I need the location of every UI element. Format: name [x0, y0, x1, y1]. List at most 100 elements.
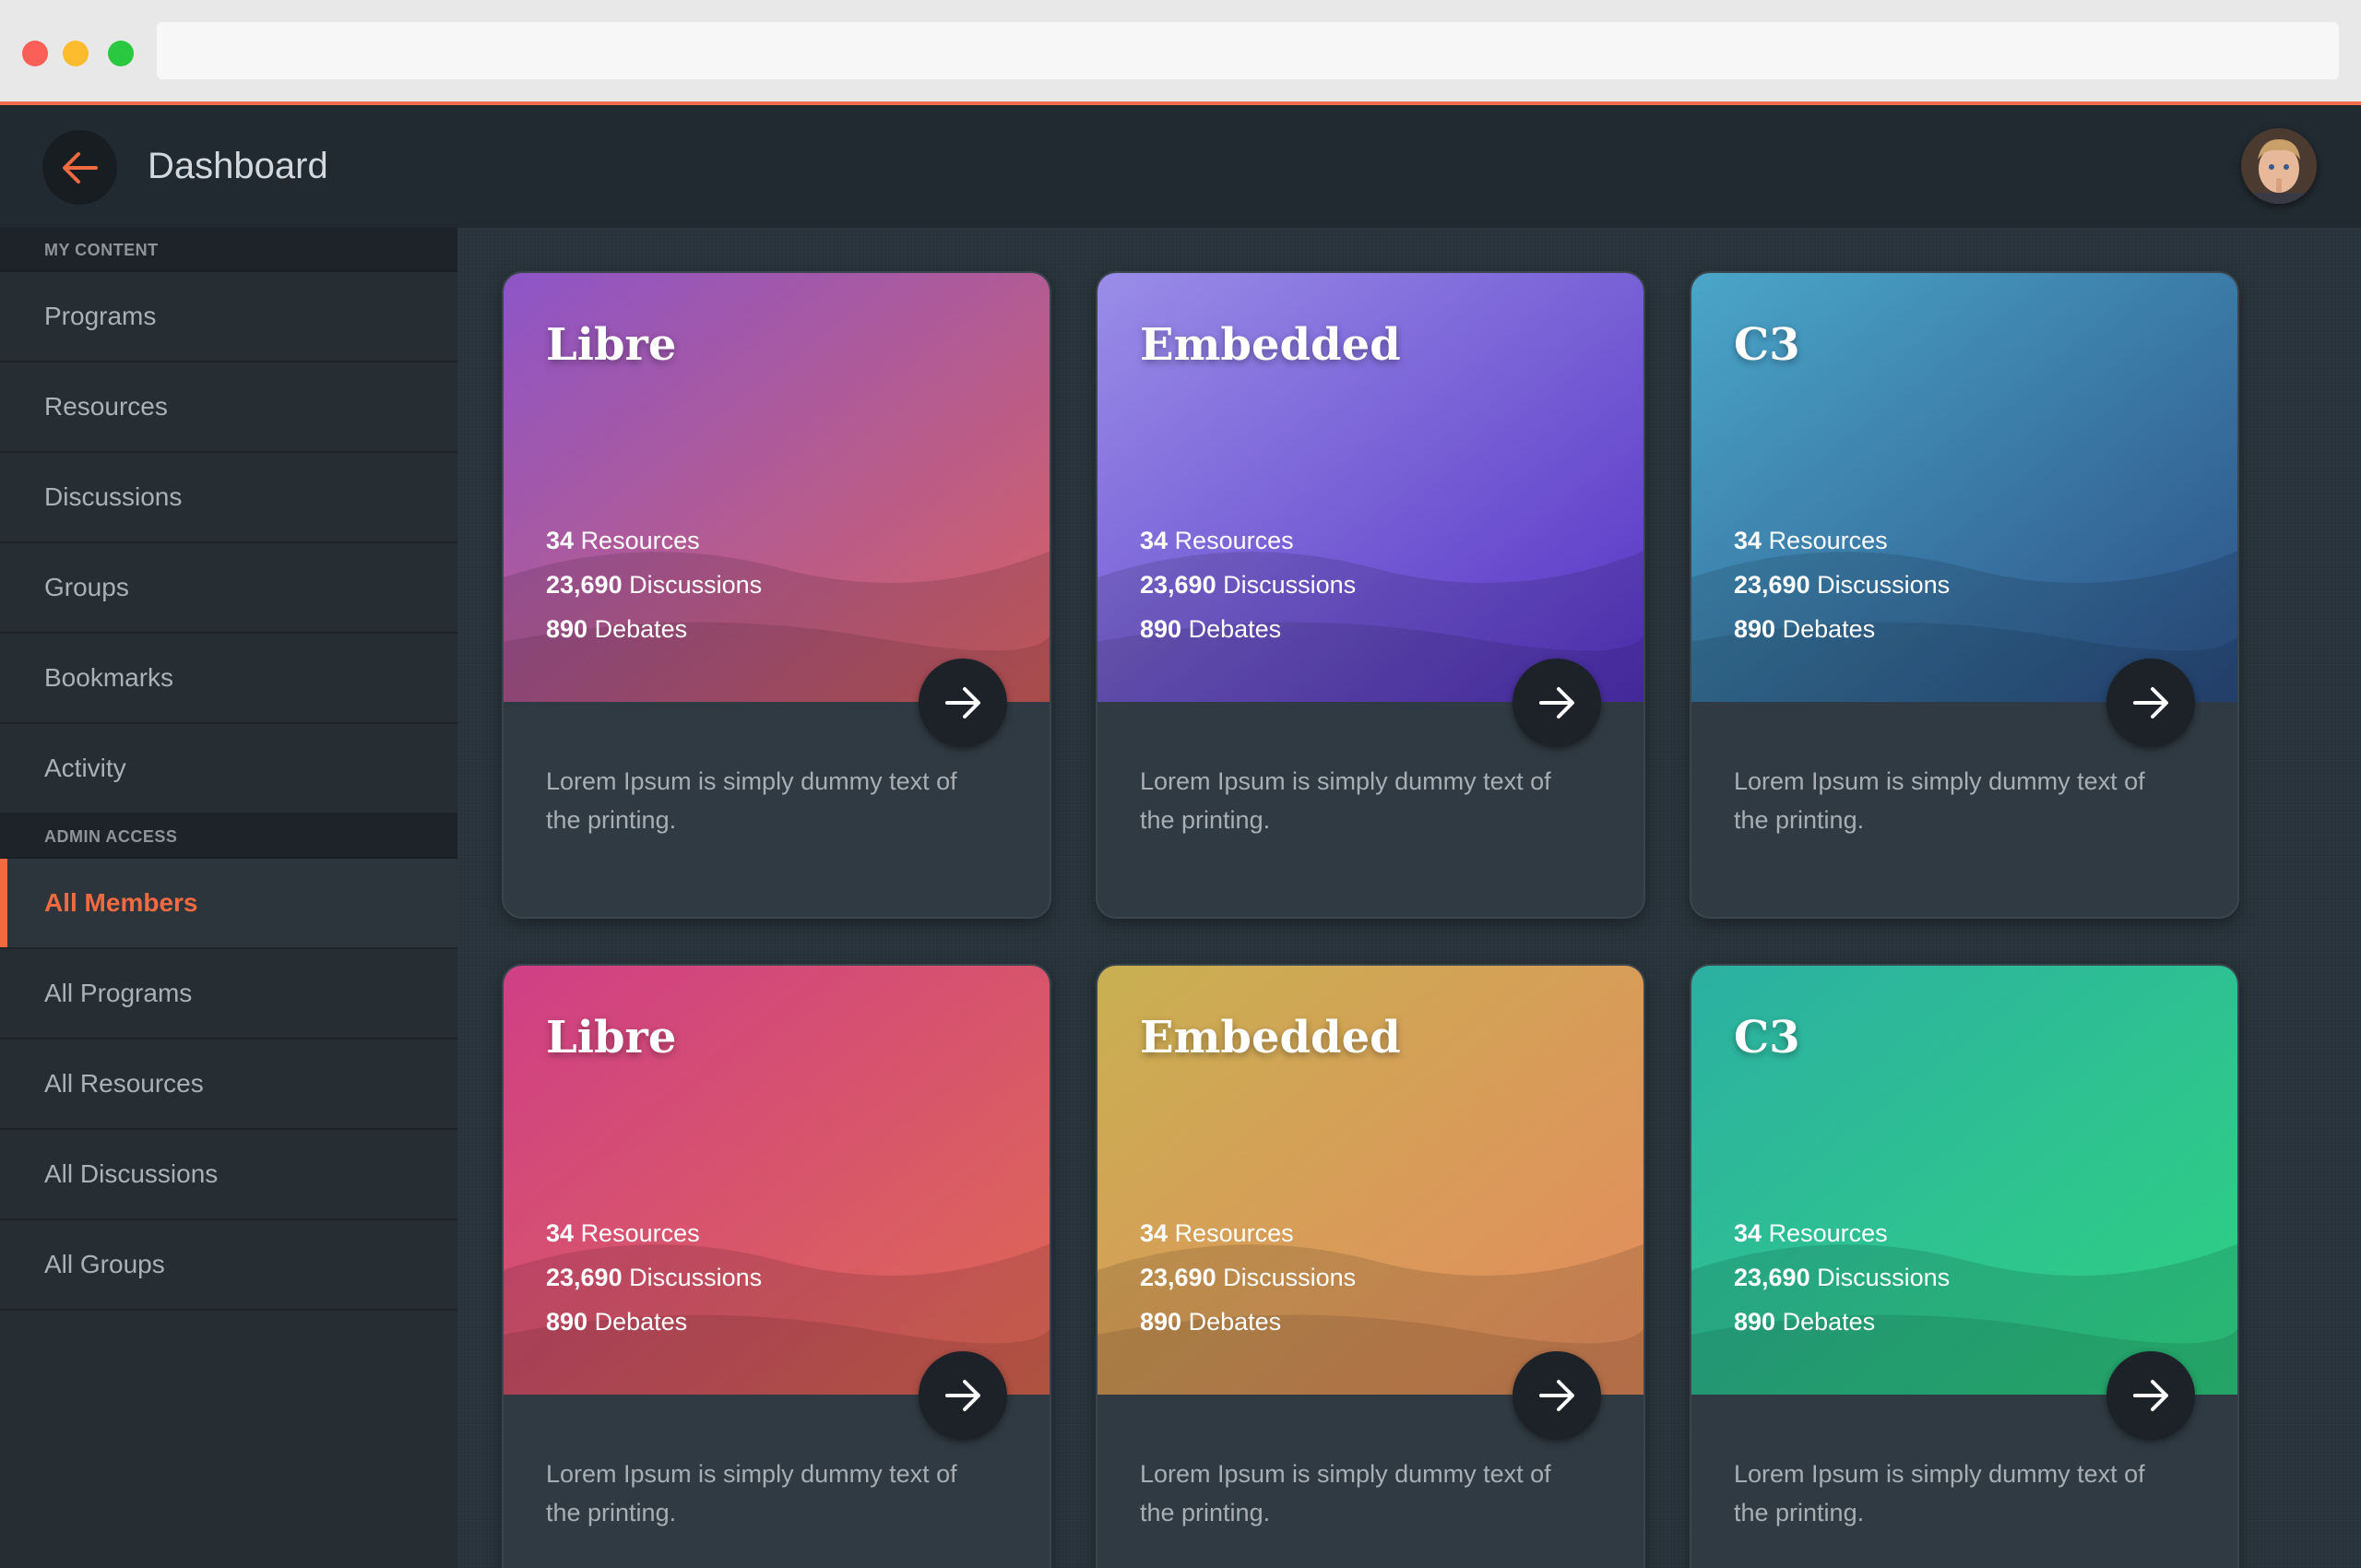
- arrow-left-icon: [62, 151, 98, 184]
- resources-label: Resources: [1768, 527, 1888, 554]
- window-minimize-button[interactable]: [63, 41, 89, 66]
- discussions-label: Discussions: [1817, 571, 1951, 599]
- program-card[interactable]: Libre 34 Resources 23,690 Discussions 89…: [502, 271, 1051, 919]
- card-description: Lorem Ipsum is simply dummy text of the …: [1734, 767, 2145, 834]
- card-cover-image: C3 34 Resources 23,690 Discussions 890 D…: [1691, 966, 2237, 1395]
- card-title: Libre: [546, 319, 677, 371]
- sidebar-item-activity[interactable]: Activity: [0, 724, 457, 814]
- discussions-label: Discussions: [1223, 1264, 1357, 1291]
- card-open-button[interactable]: [2106, 659, 2195, 747]
- card-resources-stat: 34 Resources: [546, 527, 700, 555]
- discussions-count: 23,690: [1734, 571, 1810, 599]
- card-debates-stat: 890 Debates: [1140, 1308, 1281, 1336]
- resources-count: 34: [546, 1219, 575, 1247]
- card-title: Libre: [546, 1012, 677, 1063]
- page-title: Dashboard: [148, 146, 328, 186]
- card-debates-stat: 890 Debates: [546, 615, 687, 644]
- card-resources-stat: 34 Resources: [546, 1219, 700, 1248]
- sidebar-item-programs[interactable]: Programs: [0, 272, 457, 362]
- sidebar-item-all-groups[interactable]: All Groups: [0, 1220, 457, 1311]
- card-title: Embedded: [1140, 319, 1401, 371]
- card-discussions-stat: 23,690 Discussions: [546, 571, 762, 600]
- program-card[interactable]: Libre 34 Resources 23,690 Discussions 89…: [502, 964, 1051, 1568]
- card-title: C3: [1734, 1012, 1800, 1063]
- card-discussions-stat: 23,690 Discussions: [1140, 1264, 1356, 1292]
- debates-count: 890: [546, 615, 588, 643]
- card-cover-image: Libre 34 Resources 23,690 Discussions 89…: [504, 273, 1050, 702]
- resources-label: Resources: [580, 1219, 700, 1247]
- discussions-label: Discussions: [629, 1264, 763, 1291]
- card-cover-image: Embedded 34 Resources 23,690 Discussions…: [1097, 273, 1643, 702]
- card-open-button[interactable]: [919, 659, 1007, 747]
- arrow-right-icon: [2133, 1380, 2168, 1411]
- browser-chrome: [0, 0, 2361, 105]
- card-cover-image: Libre 34 Resources 23,690 Discussions 89…: [504, 966, 1050, 1395]
- card-description: Lorem Ipsum is simply dummy text of the …: [546, 1460, 957, 1526]
- program-card[interactable]: C3 34 Resources 23,690 Discussions 890 D…: [1690, 271, 2239, 919]
- card-description: Lorem Ipsum is simply dummy text of the …: [1140, 767, 1551, 834]
- arrow-right-icon: [2133, 687, 2168, 719]
- card-cover-image: Embedded 34 Resources 23,690 Discussions…: [1097, 966, 1643, 1395]
- sidebar-item-all-resources[interactable]: All Resources: [0, 1039, 457, 1130]
- arrow-right-icon: [945, 1380, 980, 1411]
- debates-count: 890: [1140, 615, 1182, 643]
- debates-count: 890: [546, 1308, 588, 1336]
- sidebar-section-admin-access: ADMIN ACCESS: [0, 814, 457, 859]
- debates-label: Debates: [1188, 615, 1282, 643]
- card-description: Lorem Ipsum is simply dummy text of the …: [1734, 1460, 2145, 1526]
- avatar[interactable]: [2241, 128, 2317, 204]
- sidebar-item-resources[interactable]: Resources: [0, 362, 457, 453]
- card-discussions-stat: 23,690 Discussions: [546, 1264, 762, 1292]
- discussions-count: 23,690: [1140, 1264, 1216, 1291]
- program-card[interactable]: Embedded 34 Resources 23,690 Discussions…: [1096, 964, 1645, 1568]
- address-bar[interactable]: [157, 22, 2339, 79]
- card-discussions-stat: 23,690 Discussions: [1734, 1264, 1950, 1292]
- sidebar-item-all-discussions[interactable]: All Discussions: [0, 1130, 457, 1220]
- window-close-button[interactable]: [22, 41, 48, 66]
- card-open-button[interactable]: [1513, 659, 1601, 747]
- sidebar-item-all-members[interactable]: All Members: [0, 859, 457, 949]
- card-title: Embedded: [1140, 1012, 1401, 1063]
- card-open-button[interactable]: [919, 1351, 1007, 1440]
- resources-label: Resources: [580, 527, 700, 554]
- main-content: Libre 34 Resources 23,690 Discussions 89…: [457, 228, 2361, 1568]
- card-discussions-stat: 23,690 Discussions: [1734, 571, 1950, 600]
- discussions-count: 23,690: [1140, 571, 1216, 599]
- debates-label: Debates: [1782, 615, 1876, 643]
- discussions-count: 23,690: [546, 1264, 623, 1291]
- debates-count: 890: [1734, 615, 1776, 643]
- back-button[interactable]: [42, 130, 117, 205]
- resources-count: 34: [1734, 527, 1762, 554]
- debates-label: Debates: [594, 615, 688, 643]
- card-debates-stat: 890 Debates: [1734, 615, 1875, 644]
- window-maximize-button[interactable]: [108, 41, 134, 66]
- app-header: Dashboard: [0, 105, 2361, 228]
- sidebar-item-groups[interactable]: Groups: [0, 543, 457, 634]
- sidebar-item-discussions[interactable]: Discussions: [0, 453, 457, 543]
- debates-label: Debates: [1188, 1308, 1282, 1336]
- card-description: Lorem Ipsum is simply dummy text of the …: [546, 767, 957, 834]
- debates-label: Debates: [594, 1308, 688, 1336]
- sidebar-item-bookmarks[interactable]: Bookmarks: [0, 634, 457, 724]
- sidebar-item-all-programs[interactable]: All Programs: [0, 949, 457, 1039]
- card-resources-stat: 34 Resources: [1140, 1219, 1294, 1248]
- program-card[interactable]: Embedded 34 Resources 23,690 Discussions…: [1096, 271, 1645, 919]
- debates-label: Debates: [1782, 1308, 1876, 1336]
- card-resources-stat: 34 Resources: [1140, 527, 1294, 555]
- debates-count: 890: [1140, 1308, 1182, 1336]
- card-description: Lorem Ipsum is simply dummy text of the …: [1140, 1460, 1551, 1526]
- card-discussions-stat: 23,690 Discussions: [1140, 571, 1356, 600]
- resources-label: Resources: [1768, 1219, 1888, 1247]
- arrow-right-icon: [1539, 687, 1574, 719]
- sidebar-section-my-content: MY CONTENT: [0, 228, 457, 272]
- card-debates-stat: 890 Debates: [1140, 615, 1281, 644]
- resources-count: 34: [1140, 527, 1169, 554]
- card-cover-image: C3 34 Resources 23,690 Discussions 890 D…: [1691, 273, 2237, 702]
- discussions-count: 23,690: [546, 571, 623, 599]
- resources-label: Resources: [1174, 527, 1294, 554]
- program-card[interactable]: C3 34 Resources 23,690 Discussions 890 D…: [1690, 964, 2239, 1568]
- card-open-button[interactable]: [1513, 1351, 1601, 1440]
- card-open-button[interactable]: [2106, 1351, 2195, 1440]
- card-debates-stat: 890 Debates: [1734, 1308, 1875, 1336]
- resources-count: 34: [1734, 1219, 1762, 1247]
